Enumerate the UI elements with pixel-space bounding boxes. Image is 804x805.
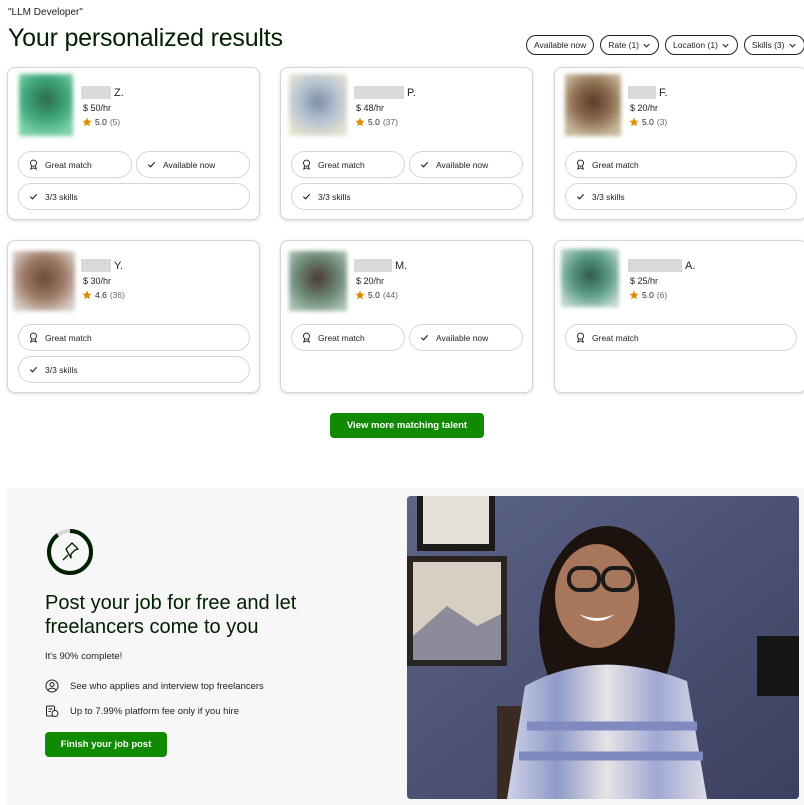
tag-available-now: Available now (136, 151, 250, 178)
rating: 5.0 (3) (628, 117, 668, 127)
promo-bullet: Up to 7.99% platform fee only if you hir… (45, 704, 239, 718)
finish-job-post-button[interactable]: Finish your job post (45, 732, 167, 757)
rating: 5.0 (5) (81, 117, 124, 127)
talent-name[interactable]: F. (628, 86, 668, 99)
check-icon (302, 193, 311, 200)
avatar (289, 251, 347, 311)
check-icon (576, 193, 585, 200)
fee-tag-icon (46, 705, 59, 717)
filter-bar: Available now Rate (1) Location (1) Skil… (526, 35, 804, 55)
award-icon (303, 159, 310, 170)
hourly-rate: $ 48/hr (356, 103, 385, 113)
progress-text: It's 90% complete! (45, 651, 123, 662)
tag-great-match: Great match (18, 324, 250, 351)
check-icon (29, 366, 38, 373)
check-icon (147, 161, 156, 168)
tag-great-match: Great match (291, 324, 405, 351)
redacted-name (81, 86, 111, 99)
talent-card[interactable]: P. $ 48/hr 5.0 (37) Great match Available… (280, 67, 533, 220)
rating: 5.0 (6) (628, 290, 695, 300)
talent-card[interactable]: Y. $ 30/hr 4.6 (36) Great match 3/3 skill… (7, 240, 260, 393)
filter-available-now[interactable]: Available now (526, 35, 595, 55)
talent-name[interactable]: Y. (81, 259, 125, 272)
award-icon (303, 332, 310, 343)
filter-skills[interactable]: Skills (3) (743, 35, 804, 55)
tag-available-now: Available now (409, 324, 523, 351)
award-icon (30, 332, 37, 343)
talent-name[interactable]: A. (628, 259, 695, 272)
filter-rate[interactable]: Rate (1) (600, 35, 660, 55)
hourly-rate: $ 30/hr (83, 276, 112, 286)
hourly-rate: $ 25/hr (630, 276, 659, 286)
redacted-name (81, 259, 111, 272)
talent-card[interactable]: A. $ 25/hr 5.0 (6) Great match (554, 240, 804, 393)
check-icon (29, 193, 38, 200)
view-more-talent-button[interactable]: View more matching talent (330, 413, 484, 438)
page-title: Your personalized results (8, 24, 283, 52)
award-icon (577, 159, 584, 170)
tag-great-match: Great match (18, 151, 132, 178)
tag-skills-match: 3/3 skills (565, 183, 797, 210)
chevron-down-icon (643, 43, 650, 48)
hourly-rate: $ 20/hr (356, 276, 385, 286)
talent-name[interactable]: Z. (81, 86, 124, 99)
star-icon (82, 290, 92, 300)
check-icon (420, 161, 429, 168)
tag-skills-match: 3/3 skills (18, 183, 250, 210)
search-query: "LLM Developer" (8, 7, 83, 18)
talent-name[interactable]: P. (354, 86, 416, 99)
talent-card[interactable]: M. $ 20/hr 5.0 (44) Great match Available… (280, 240, 533, 393)
promo-bullet: See who applies and interview top freela… (45, 679, 264, 693)
filter-location[interactable]: Location (1) (665, 35, 738, 55)
redacted-name (354, 86, 404, 99)
redacted-name (628, 259, 682, 272)
chevron-down-icon (722, 43, 729, 48)
award-icon (577, 332, 584, 343)
award-icon (30, 159, 37, 170)
tag-skills-match: 3/3 skills (291, 183, 523, 210)
tag-great-match: Great match (565, 324, 797, 351)
tag-skills-match: 3/3 skills (18, 356, 250, 383)
hourly-rate: $ 20/hr (630, 103, 659, 113)
star-icon (355, 290, 365, 300)
talent-name[interactable]: M. (354, 259, 407, 272)
rating: 5.0 (44) (354, 290, 407, 300)
tag-available-now: Available now (409, 151, 523, 178)
promo-title: Post your job for free and let freelance… (45, 592, 297, 638)
person-circle-icon (45, 679, 59, 693)
star-icon (629, 117, 639, 127)
avatar (289, 74, 347, 136)
redacted-name (628, 86, 656, 99)
pin-icon (62, 542, 79, 561)
progress-ring (47, 529, 93, 575)
avatar (13, 251, 75, 311)
avatar (561, 249, 619, 307)
redacted-name (354, 259, 392, 272)
tag-great-match: Great match (291, 151, 405, 178)
star-icon (629, 290, 639, 300)
rating: 5.0 (37) (354, 117, 416, 127)
talent-card[interactable]: Z. $ 50/hr 5.0 (5) Great match Available … (7, 67, 260, 220)
avatar (565, 74, 621, 136)
check-icon (420, 334, 429, 341)
chevron-down-icon (788, 43, 796, 48)
rating: 4.6 (36) (81, 290, 125, 300)
hero-photo (407, 496, 799, 799)
hourly-rate: $ 50/hr (83, 103, 112, 113)
talent-card[interactable]: F. $ 20/hr 5.0 (3) Great match 3/3 skills (554, 67, 804, 220)
star-icon (355, 117, 365, 127)
avatar (19, 74, 73, 136)
star-icon (82, 117, 92, 127)
tag-great-match: Great match (565, 151, 797, 178)
